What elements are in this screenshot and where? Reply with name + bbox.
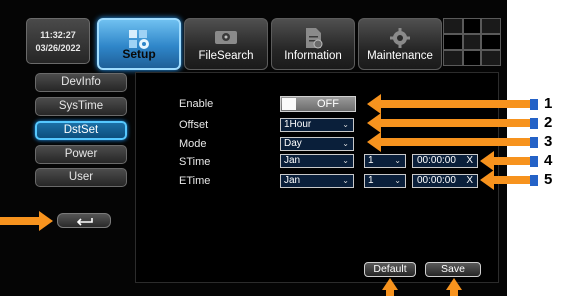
- callout-tab-5: [530, 175, 538, 186]
- arrow-1: [367, 94, 530, 114]
- callout-tab-3: [530, 137, 538, 148]
- callout-arrows: [0, 94, 538, 296]
- arrow-4: [480, 151, 530, 171]
- arrow-back: [0, 211, 53, 231]
- arrow-save: [446, 278, 462, 296]
- callout-number-4: 4: [544, 152, 553, 169]
- callout-tab-1: [530, 99, 538, 110]
- callout-number-3: 3: [544, 133, 553, 150]
- callout-tab-2: [530, 118, 538, 129]
- callout-tab-4: [530, 156, 538, 167]
- arrow-5: [480, 170, 530, 190]
- screen: 11:32:27 03/26/2022 Setup FileSearch Inf…: [0, 0, 561, 296]
- arrow-2: [367, 113, 530, 133]
- callout-number-5: 5: [544, 171, 553, 188]
- arrow-default: [382, 278, 398, 296]
- callout-number-2: 2: [544, 114, 553, 131]
- callout-number-1: 1: [544, 95, 553, 112]
- arrow-3: [367, 132, 530, 152]
